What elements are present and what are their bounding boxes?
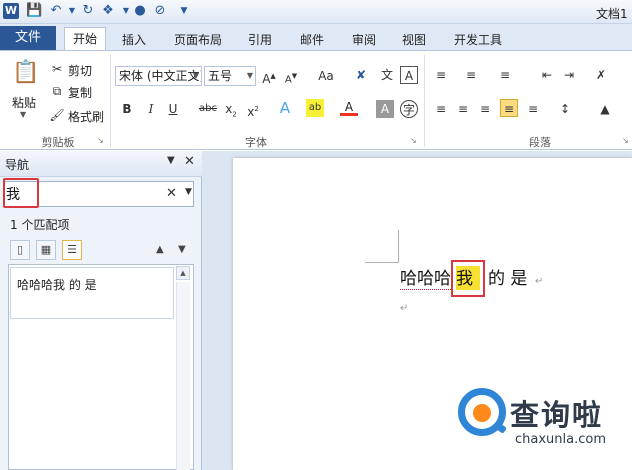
highlight-color-icon[interactable]: ab	[306, 99, 324, 117]
search-options-icon[interactable]: ▼	[185, 187, 192, 197]
tab-insert[interactable]: 插入	[122, 30, 146, 50]
clear-search-icon[interactable]: ✕	[166, 186, 177, 201]
align-center-icon[interactable]: ≡	[454, 100, 472, 118]
justify-icon[interactable]: ≡	[500, 99, 518, 117]
document-text-before[interactable]: 哈哈哈	[400, 266, 451, 292]
subscript-icon[interactable]: x2	[222, 100, 240, 118]
font-group-label: 字体	[245, 136, 267, 149]
format-painter-button[interactable]: 格式刷	[68, 108, 104, 125]
tab-references[interactable]: 引用	[248, 30, 272, 50]
superscript-icon[interactable]: x2	[244, 100, 262, 119]
format-painter-quick-icon[interactable]: ❖	[100, 3, 116, 19]
underline-icon[interactable]: U	[164, 100, 182, 118]
previous-result-icon[interactable]: ▲	[156, 244, 164, 255]
font-size-value: 五号	[208, 69, 233, 83]
align-right-icon[interactable]: ≡	[476, 100, 494, 118]
search-result-item[interactable]: 哈哈哈我 的 是	[10, 267, 174, 319]
font-launcher-icon[interactable]: ↘	[410, 136, 420, 146]
paragraph-launcher-icon[interactable]: ↘	[622, 136, 632, 146]
cut-button[interactable]: 剪切	[68, 62, 92, 79]
enclose-characters-icon[interactable]: 字	[400, 100, 418, 118]
next-result-icon[interactable]: ▼	[178, 244, 186, 255]
distributed-icon[interactable]: ≡	[524, 100, 542, 118]
document-title: 文档1	[596, 7, 628, 21]
undo-dropdown-icon[interactable]: ▼	[64, 3, 80, 19]
font-name-value: 宋体 (中文正文)	[119, 69, 202, 83]
pages-view-tab[interactable]: ▦	[36, 240, 56, 260]
grow-font-icon[interactable]: A▲	[260, 67, 278, 86]
tab-file[interactable]: 文件	[0, 26, 56, 50]
results-scrollbar[interactable]	[176, 282, 190, 470]
increase-indent-icon[interactable]: ⇥	[560, 66, 578, 84]
close-icon[interactable]: ✕	[184, 154, 195, 169]
font-name-dropdown-icon[interactable]: ▼	[193, 67, 199, 85]
undo-icon[interactable]: ↶	[48, 3, 64, 19]
paste-dropdown-icon[interactable]: ▼	[20, 110, 26, 119]
paragraph-mark-icon: ↵	[535, 276, 544, 287]
tab-mailings[interactable]: 邮件	[300, 30, 324, 50]
cut-icon[interactable]: ✂	[48, 60, 66, 78]
font-size-combo[interactable]: 五号 ▼	[204, 66, 256, 86]
phonetic-guide-icon[interactable]: 文	[378, 66, 396, 84]
shading-icon[interactable]: ▲	[596, 100, 614, 118]
line-spacing-icon[interactable]: ↕	[556, 100, 574, 118]
color-icon[interactable]: ●	[132, 3, 148, 19]
chinese-layout-icon[interactable]: ✗	[592, 66, 610, 84]
match-count: 1 个匹配项	[10, 218, 70, 232]
paragraph-mark-icon: ↵	[400, 303, 409, 314]
save-icon[interactable]: 💾	[26, 3, 42, 19]
clipboard-launcher-icon[interactable]: ↘	[97, 136, 107, 146]
decrease-indent-icon[interactable]: ⇤	[538, 66, 556, 84]
bullets-icon[interactable]: ≡	[432, 66, 450, 84]
tab-developer[interactable]: 开发工具	[454, 30, 502, 50]
character-shading-icon[interactable]: A	[376, 100, 394, 118]
headings-view-tab[interactable]: ▯	[10, 240, 30, 260]
navigation-title: 导航	[5, 158, 30, 172]
document-text-after[interactable]: 的 是	[488, 266, 527, 292]
clear-formatting-icon[interactable]: ✘	[352, 66, 370, 84]
search-annotation-box	[3, 178, 39, 208]
watermark-url: chaxunla.com	[515, 432, 606, 447]
text-effects-icon[interactable]: A	[276, 99, 294, 117]
navigation-options-icon[interactable]: ▼	[167, 155, 175, 166]
numbering-icon[interactable]: ≡	[462, 66, 480, 84]
format-painter-icon[interactable]: 🖌	[48, 106, 66, 124]
results-view-tab[interactable]: ☰	[62, 240, 82, 260]
group-divider	[424, 55, 425, 147]
italic-icon[interactable]: I	[142, 100, 160, 118]
paste-icon[interactable]: 📋	[12, 58, 39, 88]
copy-icon[interactable]: ⧉	[48, 82, 66, 100]
paste-button[interactable]: 粘贴	[12, 94, 36, 111]
tab-review[interactable]: 审阅	[352, 30, 376, 50]
strikethrough-icon[interactable]: abc	[198, 100, 218, 118]
clipboard-group-label: 剪贴板	[41, 136, 75, 149]
paragraph-group-label: 段落	[529, 136, 551, 149]
document-annotation-box	[451, 260, 485, 297]
bold-icon[interactable]: B	[118, 100, 136, 118]
scroll-up-icon[interactable]: ▲	[176, 266, 190, 280]
change-case-icon[interactable]: Aa	[314, 67, 338, 85]
redo-icon[interactable]: ↻	[80, 3, 96, 19]
margin-corner-mark	[365, 262, 399, 263]
tab-view[interactable]: 视图	[402, 30, 426, 50]
font-size-dropdown-icon[interactable]: ▼	[247, 67, 253, 85]
group-divider	[110, 55, 111, 147]
watermark-logo-dot	[469, 400, 495, 426]
margin-corner-mark	[398, 230, 399, 263]
tab-page-layout[interactable]: 页面布局	[174, 30, 222, 50]
tab-home[interactable]: 开始	[64, 27, 107, 51]
customize-toolbar-icon[interactable]: ▼	[176, 3, 192, 19]
font-name-combo[interactable]: 宋体 (中文正文) ▼	[115, 66, 202, 86]
copy-button[interactable]: 复制	[68, 84, 92, 101]
shrink-font-icon[interactable]: A▼	[282, 67, 300, 85]
draw-table-icon[interactable]: ⊘	[152, 3, 168, 19]
font-color-icon[interactable]: A	[340, 98, 358, 116]
align-left-icon[interactable]: ≡	[432, 100, 450, 118]
word-app-icon[interactable]: W	[3, 3, 19, 19]
character-border-icon[interactable]: A	[400, 66, 418, 84]
watermark-name: 查询啦	[510, 398, 604, 432]
multilevel-list-icon[interactable]: ≡	[496, 66, 514, 84]
